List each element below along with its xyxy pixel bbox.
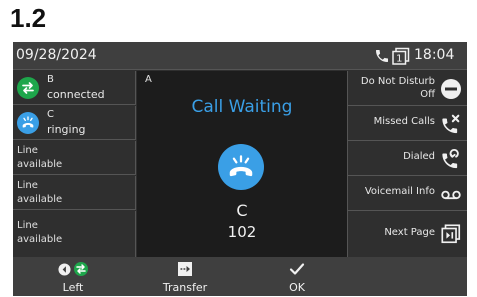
- voicemail-icon: [441, 190, 461, 200]
- line-key-available-3[interactable]: Line available: [13, 211, 136, 257]
- line-label: A: [145, 74, 152, 85]
- line-key-name: Line: [17, 220, 38, 231]
- dialed-calls-icon: [442, 149, 459, 169]
- voicemail-info-button[interactable]: Voicemail Info: [347, 176, 467, 211]
- line-key-available-1[interactable]: Line available: [13, 141, 136, 175]
- line-indicator-number: 1: [396, 54, 402, 65]
- softkey-bar: Left Transfer OK: [13, 257, 467, 296]
- line-key-name: B: [47, 74, 54, 85]
- missed-calls-label: Missed Calls: [373, 116, 435, 127]
- do-not-disturb-title: Do Not Disturb: [360, 76, 435, 87]
- ringing-phone-icon: [218, 144, 264, 190]
- softkey-label: Left: [62, 281, 84, 294]
- line-key-icon: 1: [392, 47, 410, 65]
- phone-icon: [376, 50, 388, 62]
- call-status-title: Call Waiting: [191, 97, 293, 117]
- line-key-status: ringing: [47, 123, 86, 136]
- missed-calls-button[interactable]: Missed Calls: [347, 106, 467, 141]
- next-page-label: Next Page: [384, 227, 435, 238]
- line-key-name: Line: [17, 145, 38, 156]
- line-key-status: available: [17, 234, 63, 245]
- do-not-disturb-state: Off: [420, 89, 435, 100]
- ok-softkey[interactable]: OK: [242, 257, 352, 296]
- dialed-label: Dialed: [403, 151, 435, 162]
- voicemail-info-label: Voicemail Info: [364, 186, 435, 197]
- clock: 18:04: [414, 47, 455, 63]
- left-softkey[interactable]: Left: [18, 257, 128, 296]
- line-key-available-2[interactable]: Line available: [13, 176, 136, 210]
- line-key-name: C: [47, 109, 54, 120]
- line-key-status: connected: [47, 88, 105, 101]
- checkmark-icon: [242, 260, 352, 278]
- line-key-b[interactable]: B connected: [13, 71, 136, 105]
- left-arrow-call-icon: [18, 260, 128, 278]
- call-connected-icon: [17, 77, 39, 99]
- page-heading: 1.2: [10, 3, 47, 33]
- line-key-name: Line: [17, 180, 38, 191]
- transfer-softkey[interactable]: Transfer: [130, 257, 240, 296]
- phone-screen: 09/28/2024 1 18:04 B connected C ringing: [13, 42, 467, 296]
- do-not-disturb-icon: [441, 79, 461, 99]
- status-bar: 09/28/2024 1 18:04: [13, 42, 467, 70]
- do-not-disturb-label: Do Not Disturb Off: [361, 75, 435, 101]
- call-panel: A Call Waiting C 102: [137, 71, 347, 257]
- line-key-status: available: [17, 159, 63, 170]
- transfer-icon: [130, 260, 240, 278]
- caller-number: 102: [227, 223, 257, 241]
- date-display: 09/28/2024: [16, 47, 97, 63]
- next-page-button[interactable]: Next Page: [347, 211, 467, 257]
- do-not-disturb-button[interactable]: Do Not Disturb Off: [347, 71, 467, 106]
- missed-calls-icon: [442, 114, 460, 134]
- softkey-label: OK: [289, 281, 305, 294]
- softkey-label: Transfer: [162, 281, 208, 294]
- line-key-status: available: [17, 194, 63, 205]
- dialed-button[interactable]: Dialed: [347, 141, 467, 176]
- caller-name: C: [236, 201, 248, 220]
- call-ringing-icon: [17, 112, 39, 134]
- line-key-c[interactable]: C ringing: [13, 106, 136, 140]
- next-page-icon: [441, 224, 461, 244]
